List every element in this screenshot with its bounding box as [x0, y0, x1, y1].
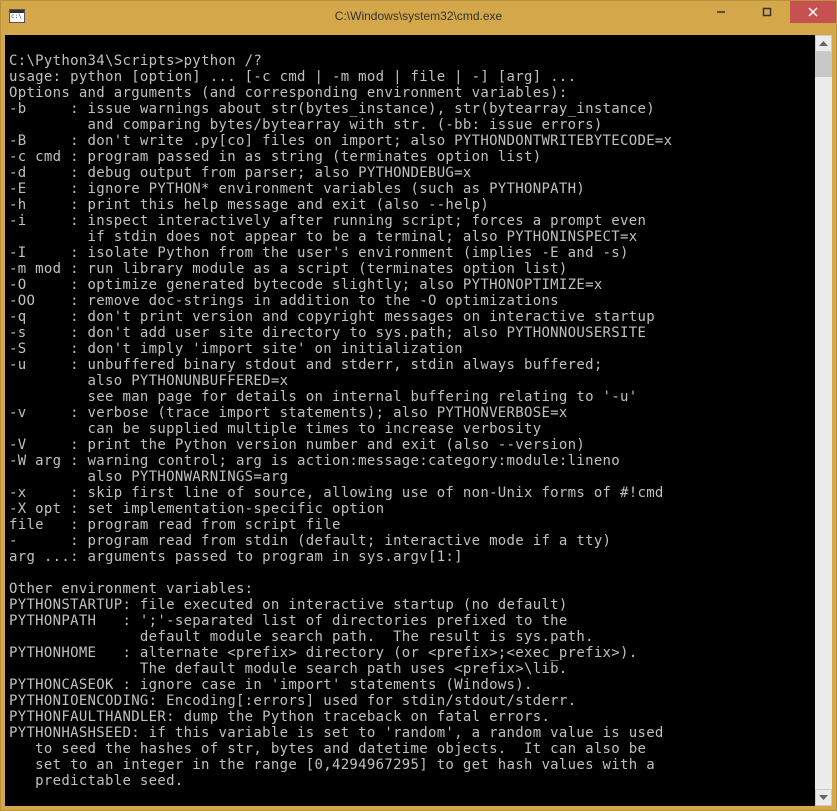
maximize-icon [762, 7, 772, 17]
cmd-icon [9, 9, 25, 23]
scroll-down-button[interactable] [815, 789, 832, 806]
maximize-button[interactable] [744, 1, 790, 23]
minimize-icon [716, 7, 726, 17]
client-area: C:\Python34\Scripts>python /? usage: pyt… [1, 31, 836, 810]
close-icon [808, 7, 818, 17]
close-button[interactable] [790, 1, 836, 23]
scrollbar-thumb[interactable] [815, 52, 832, 77]
minimize-button[interactable] [698, 1, 744, 23]
titlebar[interactable]: C:\Windows\system32\cmd.exe [1, 1, 836, 31]
console-output[interactable]: C:\Python34\Scripts>python /? usage: pyt… [5, 35, 815, 806]
scrollbar-track[interactable] [815, 52, 832, 789]
window-title: C:\Windows\system32\cmd.exe [335, 9, 502, 23]
vertical-scrollbar[interactable] [815, 35, 832, 806]
window-frame: C:\Windows\system32\cmd.exe C:\Python34\… [0, 0, 837, 811]
window-controls [698, 1, 836, 23]
scroll-up-button[interactable] [815, 35, 832, 52]
chevron-up-icon [819, 41, 828, 46]
chevron-down-icon [819, 795, 828, 800]
